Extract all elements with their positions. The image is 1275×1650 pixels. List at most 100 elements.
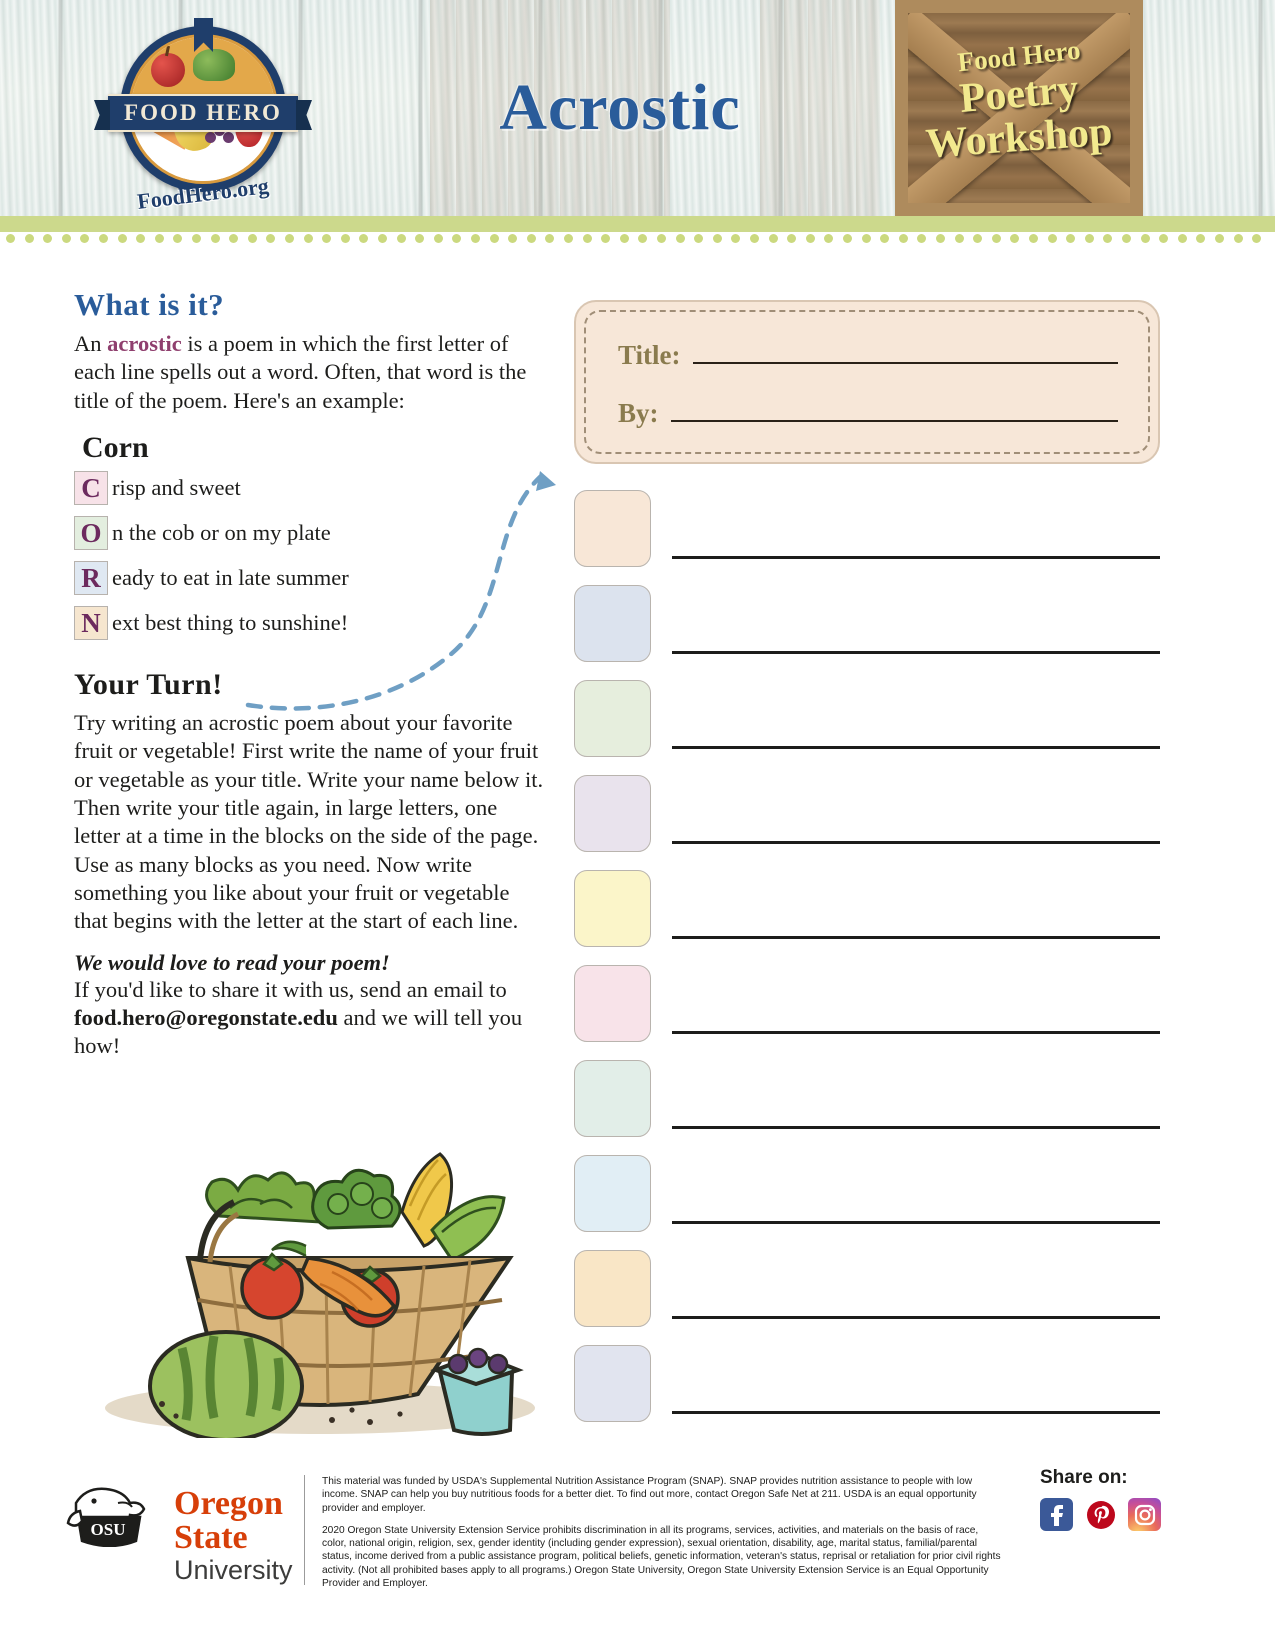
poem-letter-box: N — [74, 606, 108, 641]
letter-block[interactable] — [574, 585, 651, 662]
writing-line[interactable] — [672, 651, 1160, 654]
letter-block[interactable] — [574, 1060, 651, 1137]
dotted-divider — [0, 234, 1275, 248]
writing-line[interactable] — [672, 1031, 1160, 1034]
produce-basket-illustration — [105, 1152, 535, 1438]
divider-dot — [247, 234, 257, 243]
divider-dot — [843, 234, 852, 243]
writing-line[interactable] — [672, 746, 1160, 749]
title-field-row[interactable]: Title: — [618, 338, 1118, 371]
divider-dot — [936, 234, 945, 243]
divider-dot — [1029, 234, 1038, 243]
worksheet-row — [574, 680, 1160, 775]
divider-dot — [1196, 234, 1206, 243]
title-label: Title: — [618, 340, 681, 370]
writing-line[interactable] — [672, 1316, 1160, 1319]
divider-dot — [1177, 234, 1187, 243]
worksheet-row — [574, 490, 1160, 585]
disclaimer-nondiscrimination: 2020 Oregon State University Extension S… — [322, 1524, 1001, 1589]
poem-line-text: ext best thing to sunshine! — [112, 610, 349, 636]
letter-block[interactable] — [574, 965, 651, 1042]
pinterest-icon[interactable] — [1084, 1498, 1117, 1531]
divider-dot — [1066, 234, 1076, 243]
divider-dot — [991, 234, 1001, 243]
poetry-workshop-crate: Food Hero Poetry Workshop — [895, 0, 1143, 216]
letter-block[interactable] — [574, 870, 651, 947]
divider-dot — [861, 234, 871, 243]
writing-line[interactable] — [672, 1411, 1160, 1414]
worksheet-row — [574, 1060, 1160, 1155]
divider-dot — [750, 234, 759, 243]
divider-dot — [61, 234, 71, 243]
divider-dot — [378, 234, 387, 243]
letter-blocks-and-lines — [574, 490, 1160, 1440]
beaver-shield-icon: OSU — [66, 1487, 146, 1548]
divider-dot — [117, 234, 127, 243]
divider-dot — [768, 234, 778, 243]
divider-dot — [1103, 234, 1113, 243]
divider-dot — [285, 234, 294, 243]
divider-dot — [340, 234, 350, 243]
poem-line: Crisp and sweet — [74, 471, 544, 506]
share-body-pre: If you'd like to share it with us, send … — [74, 976, 507, 1002]
divider-dot — [136, 234, 146, 243]
divider-dot — [582, 234, 592, 243]
title-input-line[interactable] — [692, 338, 1118, 364]
share-label: Share on: — [1040, 1467, 1128, 1488]
divider-dot — [898, 234, 908, 243]
poem-line: Next best thing to sunshine! — [74, 606, 544, 641]
writing-line[interactable] — [672, 936, 1160, 939]
osu-line-1: Oregon State — [174, 1485, 283, 1556]
divider-dot — [638, 234, 648, 243]
divider-dot — [99, 234, 108, 243]
divider-dot — [489, 234, 499, 243]
share-invite-heading: We would love to read your poem! — [74, 949, 390, 975]
writing-line[interactable] — [672, 1126, 1160, 1129]
osu-line-2: University — [174, 1555, 293, 1585]
your-turn-heading: Your Turn! — [74, 668, 223, 702]
letter-block[interactable] — [574, 680, 651, 757]
facebook-icon[interactable] — [1040, 1498, 1073, 1531]
divider-dot — [1140, 234, 1150, 243]
divider-dot — [173, 234, 183, 243]
poem-line: On the cob or on my plate — [74, 516, 544, 551]
by-label: By: — [618, 398, 659, 428]
divider-dot — [1047, 234, 1057, 243]
letter-block[interactable] — [574, 490, 651, 567]
divider-dot — [1010, 234, 1020, 243]
by-field-row[interactable]: By: — [618, 396, 1118, 429]
divider-dot — [192, 234, 201, 243]
poem-line-text: eady to eat in late summer — [112, 565, 349, 591]
example-poem-title: Corn — [82, 431, 149, 465]
instagram-icon[interactable] — [1128, 1498, 1161, 1531]
divider-dot — [712, 234, 722, 243]
letter-block[interactable] — [574, 775, 651, 852]
share-invite-body: If you'd like to share it with us, send … — [74, 976, 544, 1061]
letter-block[interactable] — [574, 1155, 651, 1232]
letter-block[interactable] — [574, 1250, 651, 1327]
divider-dot — [359, 234, 369, 243]
divider-dot — [6, 234, 15, 243]
worksheet-row — [574, 870, 1160, 965]
divider-dot — [322, 234, 332, 243]
divider-dot — [154, 234, 164, 243]
worksheet-row — [574, 965, 1160, 1060]
your-turn-heading-row: Your Turn! — [74, 668, 544, 709]
food-hero-logo: FOOD HERO FoodHero.org — [108, 16, 298, 216]
writing-line[interactable] — [672, 841, 1160, 844]
divider-dot — [1084, 234, 1094, 243]
letter-block[interactable] — [574, 1345, 651, 1422]
what-is-it-heading: What is it? — [74, 287, 225, 322]
by-input-line[interactable] — [670, 396, 1118, 422]
example-poem-lines: Crisp and sweet On the cob or on my plate… — [74, 471, 544, 641]
poem-letter-box: O — [74, 516, 108, 551]
page-footer: OSU Oregon State University This materia… — [0, 1455, 1275, 1650]
broccoli-icon — [193, 49, 235, 81]
writing-line[interactable] — [672, 556, 1160, 559]
divider-dot — [1252, 234, 1262, 243]
divider-dot — [229, 234, 239, 243]
header-banner: FOOD HERO FoodHero.org Acrostic Food Her… — [0, 0, 1275, 232]
divider-dot — [471, 234, 480, 243]
divider-dot — [415, 234, 425, 243]
writing-line[interactable] — [672, 1221, 1160, 1224]
